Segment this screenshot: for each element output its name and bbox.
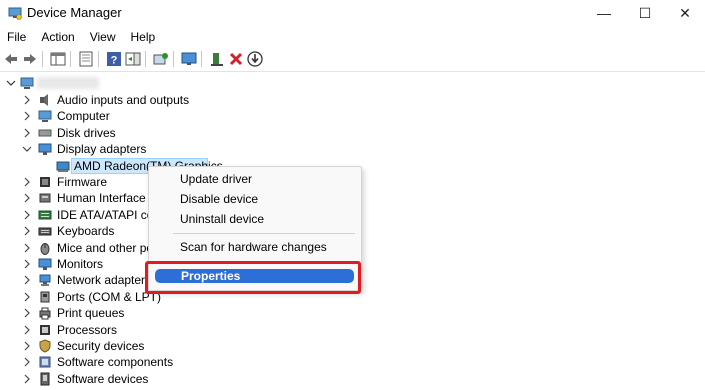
security-icon (39, 339, 51, 353)
chevron-right-icon[interactable] (22, 177, 32, 187)
tree-category-item[interactable]: Processors (0, 322, 300, 338)
toolbar-separator (201, 51, 202, 67)
blurred-computer-name (37, 77, 99, 89)
tree-category-item[interactable]: Audio inputs and outputs (0, 92, 300, 108)
chevron-right-icon[interactable] (22, 193, 32, 203)
display-card-icon (56, 161, 70, 172)
chevron-right-icon[interactable] (22, 292, 32, 302)
tree-category-item[interactable]: Software devices (0, 371, 300, 387)
forward-arrow-icon[interactable] (22, 51, 38, 67)
annotation-highlight-box (145, 261, 361, 294)
software-device-icon (40, 372, 50, 386)
toolbar-separator (145, 51, 146, 67)
ide-controller-icon (38, 210, 52, 220)
menu-bar: File Action View Help (0, 27, 705, 47)
title-bar: Device Manager — ☐ ✕ (0, 0, 705, 26)
menu-item-scan-hardware-changes[interactable]: Scan for hardware changes (180, 240, 327, 254)
tree-item-label: Security devices (57, 339, 145, 353)
close-button[interactable]: ✕ (662, 0, 705, 26)
chevron-down-icon[interactable] (22, 144, 32, 154)
tree-item-label: Monitors (57, 257, 104, 271)
tree-item-label: Disk drives (57, 125, 116, 140)
chevron-right-icon[interactable] (22, 275, 32, 285)
software-component-icon (39, 356, 51, 368)
toolbar: ? (0, 48, 705, 70)
tree-item-label: Display adapters (57, 142, 147, 157)
monitor-icon[interactable] (181, 51, 197, 67)
chevron-right-icon[interactable] (22, 111, 32, 121)
tree-item-label: Firmware (57, 175, 107, 189)
chevron-right-icon[interactable] (22, 259, 32, 269)
menu-view[interactable]: View (83, 27, 124, 47)
menu-file[interactable]: File (0, 27, 34, 47)
tree-item-label: Software components (57, 355, 174, 370)
chevron-right-icon[interactable] (22, 210, 32, 220)
hid-icon (39, 193, 51, 203)
monitor-icon (38, 143, 52, 156)
tree-category-item[interactable]: Software components (0, 354, 300, 370)
tree-item-label: Human Interface D (57, 191, 158, 206)
uninstall-x-icon[interactable] (228, 51, 244, 67)
tree-item-label: Print queues (57, 306, 125, 321)
computer-icon (38, 110, 52, 123)
tree-item-label: Mice and other po (57, 240, 154, 255)
action-pane-icon[interactable] (125, 51, 141, 67)
scan-hardware-icon[interactable] (153, 51, 169, 67)
tree-item-label: Processors (57, 322, 118, 337)
minimize-button[interactable]: — (581, 0, 627, 26)
port-icon (40, 291, 50, 303)
chevron-right-icon[interactable] (22, 341, 32, 351)
device-manager-icon (8, 7, 22, 20)
tree-item-label: IDE ATA/ATAPI con (57, 207, 161, 222)
menu-separator (173, 233, 355, 234)
back-arrow-icon[interactable] (3, 51, 19, 67)
svg-text:?: ? (111, 55, 118, 67)
tree-item-label: Audio inputs and outputs (57, 93, 190, 107)
tree-item-label: Software devices (57, 371, 149, 386)
chevron-right-icon[interactable] (22, 243, 32, 253)
chevron-right-icon[interactable] (22, 128, 32, 138)
keyboard-icon (38, 227, 52, 236)
tree-category-item[interactable]: Print queues (0, 305, 300, 321)
disk-drive-icon (38, 129, 52, 137)
chevron-down-icon[interactable] (6, 78, 16, 88)
tree-item-label: Keyboards (57, 224, 115, 239)
toolbar-separator (70, 51, 71, 67)
speaker-icon (40, 94, 48, 106)
chevron-right-icon[interactable] (22, 374, 32, 384)
mouse-icon (40, 242, 50, 255)
menu-item-update-driver[interactable]: Update driver (180, 172, 252, 186)
help-icon[interactable]: ? (106, 51, 122, 67)
properties-icon[interactable] (78, 51, 94, 67)
network-icon (39, 274, 51, 287)
menu-item-disable-device[interactable]: Disable device (180, 192, 258, 206)
processor-icon (40, 324, 50, 335)
chevron-right-icon[interactable] (22, 308, 32, 318)
monitor-icon (38, 258, 52, 270)
chevron-right-icon[interactable] (22, 325, 32, 335)
toolbar-separator (98, 51, 99, 67)
window-title: Device Manager (27, 5, 122, 20)
toolbar-separator (42, 51, 43, 67)
menu-action[interactable]: Action (34, 27, 82, 47)
tree-item-label: Network adapters (57, 273, 152, 288)
firmware-icon (40, 177, 50, 187)
tree-category-item[interactable]: Display adapters (0, 141, 300, 157)
chevron-right-icon[interactable] (22, 95, 32, 105)
toolbar-separator (173, 51, 174, 67)
chevron-right-icon[interactable] (22, 226, 32, 236)
tree-category-item[interactable]: Computer (0, 108, 300, 124)
menu-item-uninstall-device[interactable]: Uninstall device (180, 212, 264, 226)
menu-help[interactable]: Help (124, 27, 164, 47)
chevron-right-icon[interactable] (22, 357, 32, 367)
toolbar-divider (0, 71, 705, 72)
update-driver-icon[interactable] (209, 51, 225, 67)
tree-item-label: Computer (57, 109, 110, 124)
show-hide-console-tree-icon[interactable] (50, 51, 66, 67)
tree-category-item[interactable]: Security devices (0, 338, 300, 354)
computer-icon (20, 77, 34, 89)
printer-icon (39, 307, 51, 320)
tree-category-item[interactable]: Disk drives (0, 125, 300, 141)
download-arrow-icon[interactable] (247, 51, 263, 67)
